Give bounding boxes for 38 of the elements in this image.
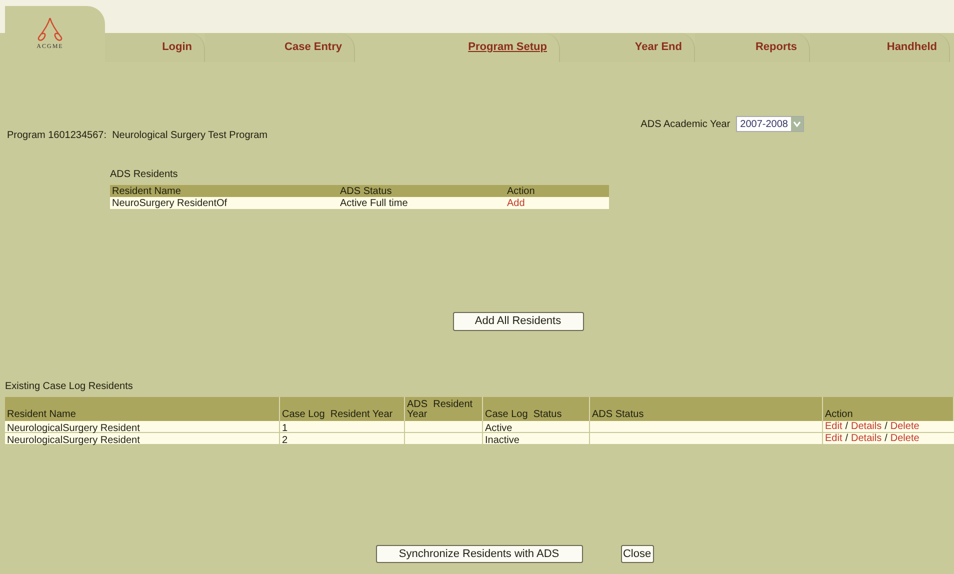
table-cell: Active bbox=[483, 421, 590, 432]
dropdown-icon bbox=[791, 117, 803, 131]
column-header: Resident Name bbox=[111, 184, 182, 198]
table-cell-text: Active Full time bbox=[339, 196, 409, 210]
column-header: Case Log Resident Year bbox=[282, 410, 393, 420]
program-label: Program 1601234567: Neurological Surgery Test Program bbox=[7, 129, 268, 143]
section-title: ADS Residents bbox=[110, 168, 179, 182]
close-button[interactable]: Close bbox=[620, 545, 654, 563]
add-all-button[interactable]: Add All Residents bbox=[452, 312, 584, 331]
add-link[interactable]: Add bbox=[505, 196, 525, 210]
action-link[interactable]: Edit bbox=[825, 419, 842, 434]
section-title: Existing Case Log Residents bbox=[5, 380, 133, 394]
column-header: ADS Status bbox=[592, 410, 644, 420]
action-link[interactable]: Delete bbox=[890, 419, 920, 434]
separator: / bbox=[845, 432, 848, 446]
separator: / bbox=[884, 420, 888, 434]
action-link[interactable]: Edit bbox=[825, 431, 842, 446]
table-cell-text: NeuroSurgery ResidentOf bbox=[111, 196, 228, 210]
table-cell: 1 bbox=[280, 421, 405, 432]
synchronize-button[interactable]: Synchronize Residents with ADS bbox=[376, 545, 582, 563]
academic-year-select[interactable]: 2007-2008 bbox=[736, 116, 804, 132]
table-cell: 2 bbox=[280, 433, 405, 444]
table-cell: NeurologicalSurgery Resident bbox=[5, 433, 280, 444]
action-link[interactable]: Details bbox=[851, 419, 882, 434]
column-header: ADS Resident Year bbox=[407, 400, 474, 420]
academic-year-label: ADS Academic Year bbox=[640, 118, 730, 132]
logo-icon bbox=[35, 16, 65, 42]
column-header: ADS Status bbox=[339, 184, 393, 198]
table-cell: NeurologicalSurgery Resident bbox=[5, 421, 280, 432]
separator: / bbox=[845, 420, 848, 434]
action-link[interactable]: Delete bbox=[890, 431, 920, 446]
column-header: Action bbox=[825, 410, 853, 420]
column-header: Resident Name bbox=[7, 410, 76, 420]
separator: / bbox=[884, 432, 888, 446]
column-header: Case Log Status bbox=[485, 410, 562, 420]
action-link[interactable]: Details bbox=[851, 431, 882, 446]
table-cell: Inactive bbox=[483, 433, 590, 444]
column-header: Action bbox=[506, 184, 536, 198]
